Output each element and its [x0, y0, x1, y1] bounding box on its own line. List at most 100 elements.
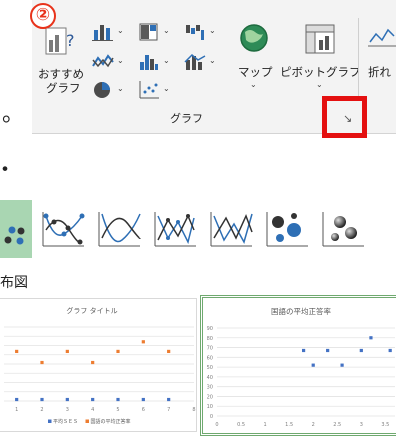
chevron-down-icon: ⌄	[163, 26, 170, 35]
x-tick-label: 2.5	[333, 422, 341, 428]
line-sparkline-icon	[368, 28, 396, 47]
legend-entry: 国語の平均正答率	[91, 418, 131, 425]
scatter-smooth-lines-icon	[98, 212, 141, 247]
data-point-series-0	[141, 397, 145, 402]
x-tick-label: 4	[91, 407, 94, 413]
data-point-series-1	[141, 340, 145, 344]
x-tick-label: 1	[264, 422, 267, 428]
data-point-series-1	[40, 360, 44, 365]
chevron-down-icon: ⌄	[250, 80, 257, 89]
scatter-straight-lines-icon	[210, 212, 253, 247]
globe-icon	[240, 24, 268, 52]
combo-chart-icon	[184, 53, 206, 70]
scatter-smooth-lines-markers-icon	[42, 212, 85, 247]
data-point-series-0	[91, 397, 95, 402]
x-tick-label: 3	[66, 407, 69, 413]
scatter-chart-left[interactable]: グラフ タイトル 1 2 3 4 5 6 7 8 平均ＳＥＳ 国語の平均正答率	[0, 298, 197, 432]
chevron-down-icon: ⌄	[117, 26, 124, 35]
combo-chart-button[interactable]: ⌄	[184, 52, 220, 72]
data-point-series-1	[116, 349, 120, 354]
pivotchart-button[interactable]: ピボットグラフ ⌄	[280, 22, 361, 98]
scatter-smooth-lines-markers-option[interactable]	[40, 200, 90, 258]
data-point-series-1	[15, 349, 19, 354]
scatter-markers-icon	[4, 226, 25, 245]
step-number-badge: ②	[30, 3, 56, 29]
svg-text:?: ?	[66, 31, 75, 50]
x-tick-label: 1.5	[285, 422, 293, 428]
recommended-charts-button[interactable]: ? おすすめ グラフ	[32, 22, 90, 96]
x-tick-label: 0.5	[237, 422, 245, 428]
bubble-icon	[266, 212, 308, 247]
scatter-type-gallery	[0, 200, 396, 258]
scatter-chart-right-selected[interactable]: 国語の平均正答率 0 10 20 30 40 50 60 70 80 90 0 0.5 1 1.5 2 2.5 3…	[200, 295, 396, 436]
y-tick-label: 20	[207, 394, 213, 400]
data-point-series-0	[326, 348, 330, 353]
y-tick-label: 70	[207, 346, 213, 352]
line-sparkline-button[interactable]: 折れ	[366, 22, 396, 98]
scatter-straight-lines-markers-option[interactable]	[152, 200, 202, 258]
statistic-chart-button[interactable]: ⌄	[138, 52, 174, 72]
data-point-series-0	[167, 397, 171, 402]
data-point-series-0	[116, 397, 120, 402]
chevron-down-icon: ⌄	[209, 56, 216, 65]
x-tick-label: 0	[215, 422, 218, 428]
data-point-series-1	[91, 360, 95, 365]
ribbon-separator	[358, 18, 359, 96]
x-tick-label: 6	[142, 407, 145, 413]
y-tick-label: 50	[207, 365, 213, 371]
chevron-down-icon: ⌄	[209, 26, 216, 35]
x-tick-label: 8	[192, 407, 195, 413]
chevron-down-icon: ⌄	[163, 84, 170, 93]
maps-button[interactable]: マップ ⌄	[228, 22, 280, 98]
y-tick-label: 40	[207, 375, 213, 381]
chart-title: 国語の平均正答率	[271, 306, 331, 316]
chevron-down-icon: ⌄	[117, 84, 124, 93]
data-point-series-0	[369, 336, 373, 340]
chevron-down-icon: ⌄	[163, 56, 170, 65]
chevron-down-icon: ⌄	[117, 56, 124, 65]
x-tick-label: 5	[116, 407, 119, 413]
legend-marker	[48, 419, 52, 423]
legend-entry: 平均ＳＥＳ	[53, 418, 78, 425]
scatter-smooth-lines-option[interactable]	[96, 200, 146, 258]
legend-marker	[85, 419, 89, 423]
data-point-series-0	[15, 397, 19, 402]
column-chart-icon	[92, 25, 113, 41]
bullet-mark-2: ・	[0, 152, 16, 184]
hierarchy-chart-icon	[139, 23, 158, 41]
scatter-markers-option[interactable]	[0, 200, 32, 258]
dialog-launcher-icon[interactable]: ↘	[343, 112, 352, 125]
x-tick-label: 3	[360, 422, 363, 428]
scatter-chart-button[interactable]: ⌄	[138, 80, 174, 100]
line-chart-icon	[92, 54, 114, 68]
waterfall-chart-button[interactable]: ⌄	[184, 22, 220, 42]
x-tick-label: 1	[15, 407, 18, 413]
line-chart-button[interactable]: ⌄	[92, 52, 128, 72]
group-label-charts: グラフ	[170, 112, 203, 125]
data-point-series-0	[65, 397, 69, 402]
y-tick-label: 10	[207, 404, 213, 410]
x-tick-label: 2	[40, 407, 43, 413]
column-chart-button[interactable]: ⌄	[92, 22, 128, 42]
bullet-mark-1: 。	[2, 102, 25, 127]
scatter-straight-lines-option[interactable]	[208, 200, 258, 258]
data-point-series-0	[340, 363, 344, 367]
x-tick-label: 3.5	[381, 422, 389, 428]
pie-chart-button[interactable]: ⌄	[92, 80, 128, 100]
data-point-series-1	[167, 349, 171, 354]
scatter-chart-icon	[139, 81, 159, 99]
bubble-3d-icon	[322, 212, 364, 247]
data-point-series-0	[301, 348, 306, 353]
chart1-svg: グラフ タイトル 1 2 3 4 5 6 7 8 平均ＳＥＳ 国語の平均正答率	[4, 306, 196, 425]
data-point-series-0	[311, 363, 315, 367]
bubble-3d-option[interactable]	[320, 200, 370, 258]
recommended-charts-label-2: グラフ	[46, 81, 81, 95]
bubble-option[interactable]	[264, 200, 314, 258]
data-point-series-0	[359, 348, 363, 353]
data-point-series-0	[388, 348, 392, 353]
pivotchart-label: ピボットグラフ	[280, 65, 361, 79]
y-tick-label: 0	[210, 414, 213, 420]
hierarchy-chart-button[interactable]: ⌄	[138, 22, 174, 42]
maps-label: マップ	[238, 65, 273, 79]
pivotchart-icon	[305, 24, 335, 54]
